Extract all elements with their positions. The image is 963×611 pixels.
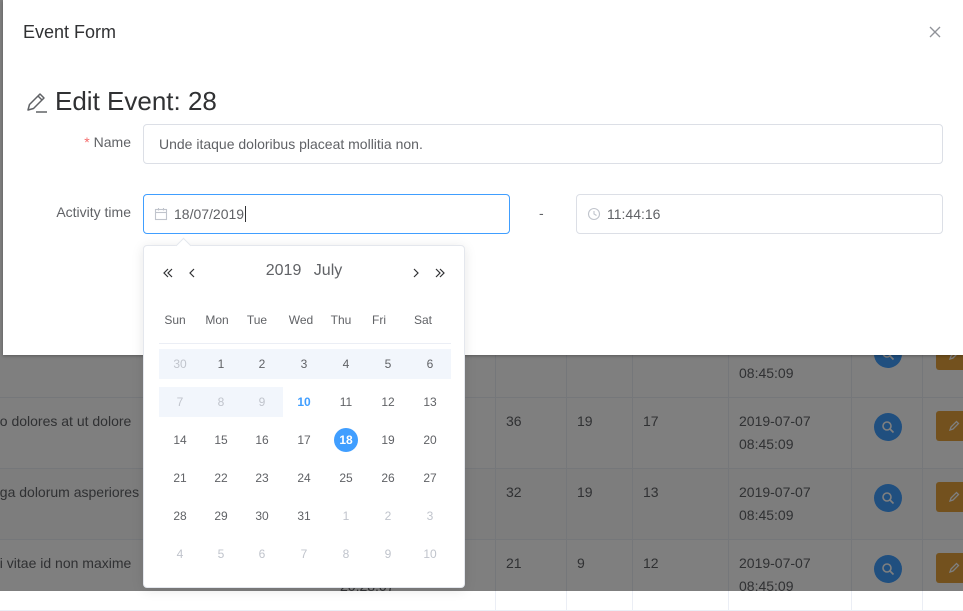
calendar-day[interactable]: 15 [200, 425, 242, 455]
date-picker-panel: 2019 July Sun Mon Tue Wed Thu Fri Sat 30… [143, 237, 465, 588]
dialog-title: Event Form [23, 22, 117, 42]
calendar-day[interactable]: 12 [367, 387, 409, 417]
calendar-day[interactable]: 3 [409, 501, 451, 531]
calendar-day[interactable]: 21 [159, 463, 201, 493]
close-icon[interactable] [927, 24, 943, 40]
range-separator: - [539, 205, 544, 221]
calendar-day[interactable]: 28 [159, 501, 201, 531]
calendar-day[interactable]: 6 [409, 349, 451, 379]
calendar-day[interactable]: 4 [325, 349, 367, 379]
calendar-day[interactable]: 1 [200, 349, 242, 379]
name-input[interactable]: Unde itaque doloribus placeat mollitia n… [143, 124, 943, 164]
calendar-day[interactable]: 23 [241, 463, 283, 493]
calendar-day[interactable]: 19 [367, 425, 409, 455]
calendar-day[interactable]: 26 [367, 463, 409, 493]
calendar-day[interactable]: 1 [325, 501, 367, 531]
calendar-day[interactable]: 2 [241, 349, 283, 379]
calendar-day[interactable]: 17 [283, 425, 325, 455]
name-label: * Name [84, 134, 131, 150]
calendar-day[interactable]: 9 [241, 387, 283, 417]
calendar-day[interactable]: 8 [325, 539, 367, 569]
required-marker: * [84, 134, 90, 150]
weekday-header: Sun Mon Tue Wed Thu Fri Sat [144, 313, 464, 333]
calendar-day[interactable]: 30 [159, 349, 201, 379]
calendar-day[interactable]: 2 [367, 501, 409, 531]
time-input[interactable]: 11:44:16 [576, 194, 943, 234]
calendar-day[interactable]: 31 [283, 501, 325, 531]
calendar-day[interactable]: 13 [409, 387, 451, 417]
calendar-day[interactable]: 25 [325, 463, 367, 493]
calendar-day[interactable]: 24 [283, 463, 325, 493]
calendar-day[interactable]: 10 [409, 539, 451, 569]
form-heading: Edit Event: 28 [23, 86, 217, 117]
calendar-day[interactable]: 11 [325, 387, 367, 417]
weekday-label: Tue [246, 313, 268, 327]
calendar-day[interactable]: 4 [159, 539, 201, 569]
calendar-day[interactable]: 30 [241, 501, 283, 531]
calendar-day[interactable]: 7 [283, 539, 325, 569]
weekday-label: Mon [205, 313, 229, 327]
picker-month-label[interactable]: July [314, 262, 342, 279]
name-input-value: Unde itaque doloribus placeat mollitia n… [159, 136, 423, 152]
calendar-icon [154, 208, 168, 221]
time-input-value: 11:44:16 [607, 206, 661, 222]
calendar-day[interactable]: 8 [200, 387, 242, 417]
weekday-label: Thu [330, 313, 352, 327]
calendar-day[interactable]: 9 [367, 539, 409, 569]
calendar-day[interactable]: 16 [241, 425, 283, 455]
calendar-day[interactable]: 29 [200, 501, 242, 531]
weekday-label: Sat [413, 313, 432, 327]
next-month-icon[interactable] [408, 265, 424, 281]
weekday-label: Sun [164, 313, 186, 327]
date-input-value: 18/07/2019 [174, 206, 245, 222]
calendar-day[interactable]: 6 [241, 539, 283, 569]
picker-year-label[interactable]: 2019 [266, 262, 302, 279]
weekday-label: Wed [288, 313, 314, 327]
form-heading-text: Edit Event: 28 [55, 86, 217, 116]
calendar-day[interactable]: 3 [283, 349, 325, 379]
calendar-day[interactable]: 7 [159, 387, 201, 417]
calendar-day[interactable]: 5 [200, 539, 242, 569]
weekday-label: Fri [372, 313, 386, 327]
activity-time-label: Activity time [56, 204, 131, 220]
calendar-day[interactable]: 22 [200, 463, 242, 493]
calendar-day[interactable]: 5 [367, 349, 409, 379]
calendar-day[interactable]: 27 [409, 463, 451, 493]
edit-icon [27, 92, 47, 113]
next-year-icon[interactable] [432, 265, 448, 281]
calendar-day[interactable]: 10 [283, 387, 325, 417]
text-caret [245, 206, 247, 222]
calendar-day[interactable]: 18 [325, 425, 367, 455]
picker-divider [159, 343, 451, 344]
calendar-day[interactable]: 20 [409, 425, 451, 455]
date-input[interactable]: 18/07/2019 [143, 194, 510, 234]
clock-icon [587, 207, 601, 221]
calendar-day[interactable]: 14 [159, 425, 201, 455]
